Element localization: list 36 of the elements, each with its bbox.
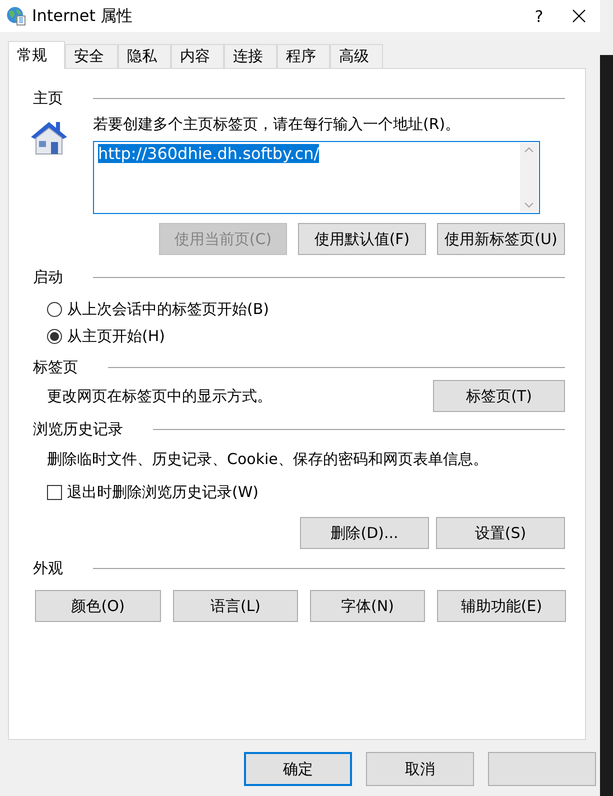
- section-heading: 标签页: [33, 358, 78, 376]
- checkbox-label[interactable]: 退出时删除浏览历史记录(W): [67, 483, 259, 502]
- dialog-button[interactable]: 颜色(O): [35, 590, 161, 622]
- radio-button[interactable]: [47, 329, 62, 344]
- window-title: Internet 属性: [32, 6, 134, 26]
- dialog-button[interactable]: 确定: [244, 752, 352, 786]
- dialog-button[interactable]: 删除(D)...: [300, 517, 429, 549]
- dialog-button[interactable]: 语言(L): [173, 590, 298, 622]
- dialog-button[interactable]: 标签页(T): [433, 380, 565, 412]
- tab[interactable]: 内容: [171, 44, 224, 68]
- radio-button[interactable]: [47, 302, 62, 317]
- instruction-text: 若要创建多个主页标签页，请在每行输入一个地址(R)。: [93, 115, 462, 134]
- section-heading: 启动: [33, 268, 63, 286]
- tab[interactable]: 常规: [8, 41, 65, 69]
- checkbox[interactable]: [47, 485, 62, 500]
- tab[interactable]: 程序: [277, 44, 330, 68]
- dialog-button[interactable]: 使用默认值(F): [298, 223, 426, 255]
- tab[interactable]: 安全: [65, 44, 118, 68]
- history-description: 删除临时文件、历史记录、Cookie、保存的密码和网页表单信息。: [47, 450, 489, 469]
- section-heading: 浏览历史记录: [33, 420, 123, 438]
- globe-icon: [6, 6, 26, 26]
- section-heading: 主页: [33, 88, 63, 108]
- dialog-button[interactable]: 设置(S): [436, 517, 565, 549]
- dialog-button[interactable]: 字体(N): [310, 590, 425, 622]
- section-heading: 外观: [33, 558, 63, 578]
- dialog-button[interactable]: 使用新标签页(U): [437, 223, 565, 255]
- help-button[interactable]: ?: [516, 6, 562, 26]
- radio-label[interactable]: 从上次会话中的标签页开始(B): [67, 300, 269, 319]
- dialog-button[interactable]: 辅助功能(E): [437, 590, 566, 622]
- close-icon[interactable]: [572, 9, 586, 23]
- dialog-button[interactable]: 取消: [366, 752, 474, 786]
- tab[interactable]: 连接: [224, 44, 277, 68]
- tab[interactable]: 隐私: [118, 44, 171, 68]
- tabs-description: 更改网页在标签页中的显示方式。: [47, 386, 272, 406]
- radio-label[interactable]: 从主页开始(H): [67, 327, 165, 346]
- tab[interactable]: 高级: [330, 44, 383, 68]
